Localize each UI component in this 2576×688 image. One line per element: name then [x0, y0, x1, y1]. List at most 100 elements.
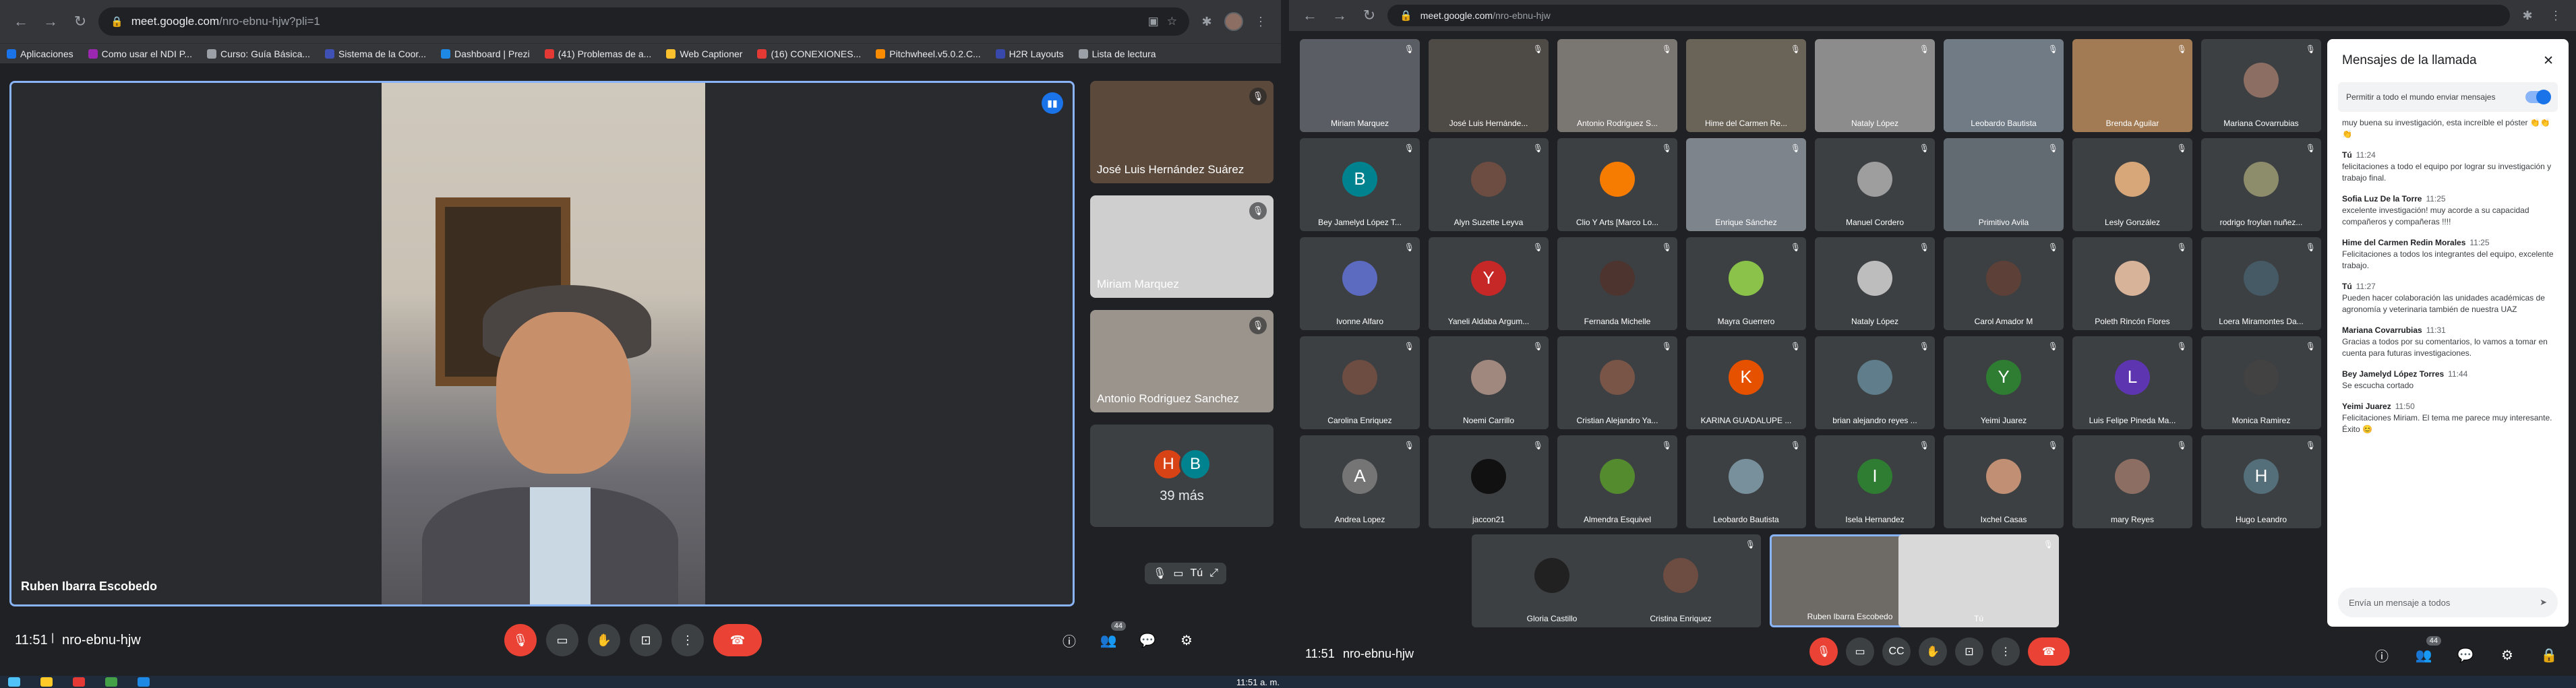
- participant-tile[interactable]: 🎙 Antonio Rodriguez S...: [1557, 39, 1677, 132]
- participant-tile[interactable]: 🎙 I Isela Hernandez: [1815, 435, 1935, 528]
- bookmark-item[interactable]: Dashboard | Prezi: [440, 49, 530, 59]
- present-button[interactable]: ⊡: [1955, 637, 1983, 666]
- bookmark-item[interactable]: Pitchwheel.v5.0.2.C...: [876, 49, 981, 59]
- people-icon[interactable]: 👥 44: [1095, 621, 1126, 654]
- mic-toggle-button[interactable]: 🎙: [504, 624, 537, 656]
- back-icon[interactable]: ←: [9, 10, 32, 33]
- close-icon[interactable]: ✕: [2543, 53, 2554, 69]
- more-options-button[interactable]: ⋮: [671, 624, 704, 656]
- side-tile-2[interactable]: 🎙 Miriam Marquez: [1090, 195, 1274, 298]
- back-icon[interactable]: ←: [1298, 4, 1321, 27]
- captions-button[interactable]: CC: [1882, 637, 1911, 666]
- participant-tile[interactable]: 🎙 Y Yeimi Juarez: [1944, 336, 2064, 429]
- participant-tile[interactable]: 🎙 Nataly López: [1815, 39, 1935, 132]
- camera-icon[interactable]: ▭: [1173, 567, 1183, 580]
- bookmark-item[interactable]: Web Captioner: [666, 49, 742, 59]
- camera-toggle-button[interactable]: ▭: [1846, 637, 1874, 666]
- bookmark-item[interactable]: H2R Layouts: [995, 49, 1064, 59]
- reload-icon[interactable]: ↻: [69, 10, 92, 33]
- reload-icon[interactable]: ↻: [1358, 4, 1381, 27]
- participant-tile[interactable]: 🎙 Mariana Covarrubias: [2201, 39, 2321, 132]
- bookmark-item[interactable]: Aplicaciones: [7, 49, 73, 59]
- mic-off-icon[interactable]: 🎙: [1153, 567, 1166, 580]
- bookmark-item[interactable]: Sistema de la Coor...: [325, 49, 426, 59]
- raise-hand-button[interactable]: ✋: [1919, 637, 1947, 666]
- main-speaker-video[interactable]: ▮▮ Ruben Ibarra Escobedo: [9, 81, 1075, 606]
- camera-toggle-button[interactable]: ▭: [546, 624, 578, 656]
- bookmark-item[interactable]: Lista de lectura: [1078, 49, 1156, 59]
- participant-tile[interactable]: 🎙 rodrigo froylan nuñez...: [2201, 138, 2321, 231]
- participant-tile[interactable]: 🎙 Almendra Esquivel: [1557, 435, 1677, 528]
- participant-tile[interactable]: 🎙 Alyn Suzette Leyva: [1429, 138, 1549, 231]
- participant-tile[interactable]: 🎙 Leobardo Bautista: [1944, 39, 2064, 132]
- address-bar[interactable]: 🔒 meet.google.com/nro-ebnu-hjw: [1387, 5, 2510, 26]
- participant-tile[interactable]: 🎙 Brenda Aguilar: [2072, 39, 2192, 132]
- profile-avatar[interactable]: [1224, 12, 1243, 31]
- participant-tile[interactable]: 🎙 Cristina Enriquez: [1600, 534, 1761, 627]
- participant-tile[interactable]: 🎙 José Luis Hernánde...: [1429, 39, 1549, 132]
- app-icon[interactable]: [73, 677, 85, 687]
- participant-tile[interactable]: 🎙 Miriam Marquez: [1300, 39, 1420, 132]
- participant-tile[interactable]: 🎙 Primitivo Avila: [1944, 138, 2064, 231]
- bookmark-item[interactable]: Curso: Guía Básica...: [206, 49, 310, 59]
- menu-icon[interactable]: ⋮: [2545, 5, 2567, 26]
- participant-tile[interactable]: 🎙 Leobardo Bautista: [1686, 435, 1806, 528]
- participant-tile[interactable]: 🎙 Manuel Cordero: [1815, 138, 1935, 231]
- participant-tile[interactable]: 🎙 Loera Miramontes Da...: [2201, 237, 2321, 330]
- explorer-icon[interactable]: [40, 677, 53, 687]
- app-icon[interactable]: [105, 677, 117, 687]
- participant-tile[interactable]: 🎙 Poleth Rincón Flores: [2072, 237, 2192, 330]
- participant-tile[interactable]: 🎙 H Hugo Leandro: [2201, 435, 2321, 528]
- participant-tile[interactable]: 🎙 Fernanda Michelle: [1557, 237, 1677, 330]
- expand-icon[interactable]: ⤢: [1209, 567, 1218, 580]
- participant-tile[interactable]: 🎙 A Andrea Lopez: [1300, 435, 1420, 528]
- mic-toggle-button[interactable]: 🎙: [1809, 637, 1838, 666]
- participant-tile[interactable]: 🎙 Clio Y Arts [Marco Lo...: [1557, 138, 1677, 231]
- camera-icon[interactable]: ▣: [1148, 15, 1159, 28]
- extensions-icon[interactable]: ✱: [1196, 11, 1218, 32]
- participant-tile[interactable]: 🎙 K KARINA GUADALUPE ...: [1686, 336, 1806, 429]
- bookmark-item[interactable]: (16) CONEXIONES...: [757, 49, 861, 59]
- bookmark-item[interactable]: (41) Problemas de a...: [544, 49, 651, 59]
- info-icon[interactable]: ⓘ: [2368, 642, 2395, 668]
- address-bar[interactable]: 🔒 meet.google.com/nro-ebnu-hjw?pli=1 ▣ ☆: [98, 7, 1189, 36]
- lock-icon[interactable]: 🔒: [2536, 642, 2563, 668]
- participant-tile[interactable]: 🎙 Cristian Alejandro Ya...: [1557, 336, 1677, 429]
- bookmark-item[interactable]: Como usar el NDI P...: [88, 49, 192, 59]
- leave-call-button[interactable]: ☎: [713, 624, 762, 656]
- participant-tile[interactable]: 🎙 B Bey Jamelyd López T...: [1300, 138, 1420, 231]
- more-options-button[interactable]: ⋮: [1991, 637, 2020, 666]
- participant-tile[interactable]: 🎙 Ixchel Casas: [1944, 435, 2064, 528]
- windows-icon[interactable]: [8, 677, 20, 687]
- app-icon[interactable]: [138, 677, 150, 687]
- more-participants-tile[interactable]: H B 39 más: [1090, 425, 1274, 527]
- side-tile-3[interactable]: 🎙 Antonio Rodriguez Sanchez: [1090, 310, 1274, 412]
- participant-tile[interactable]: 🎙 Noemi Carrillo: [1429, 336, 1549, 429]
- allow-messages-toggle[interactable]: [2525, 90, 2551, 104]
- activities-icon[interactable]: ⚙: [1173, 627, 1200, 654]
- people-icon[interactable]: 👥 44: [2410, 636, 2441, 668]
- side-tile-1[interactable]: 🎙 José Luis Hernández Suárez: [1090, 81, 1274, 183]
- forward-icon[interactable]: →: [1328, 4, 1351, 27]
- participant-tile[interactable]: 🎙 Y Yaneli Aldaba Argum...: [1429, 237, 1549, 330]
- chat-input[interactable]: Envía un mensaje a todos ➤: [2338, 588, 2558, 617]
- participant-tile[interactable]: 🎙 jaccon21: [1429, 435, 1549, 528]
- menu-icon[interactable]: ⋮: [1250, 11, 1271, 32]
- participant-tile[interactable]: 🎙 Tú: [1898, 534, 2059, 627]
- participant-tile[interactable]: 🎙 Lesly González: [2072, 138, 2192, 231]
- participant-tile[interactable]: 🎙 Carol Amador M: [1944, 237, 2064, 330]
- participant-tile[interactable]: 🎙 mary Reyes: [2072, 435, 2192, 528]
- chat-icon[interactable]: 💬: [2452, 642, 2479, 668]
- participant-tile[interactable]: 🎙 Carolina Enriquez: [1300, 336, 1420, 429]
- participant-tile[interactable]: 🎙 L Luis Felipe Pineda Ma...: [2072, 336, 2192, 429]
- activities-icon[interactable]: ⚙: [2494, 642, 2521, 668]
- present-button[interactable]: ⊡: [630, 624, 662, 656]
- participant-tile[interactable]: 🎙 Hime del Carmen Re...: [1686, 39, 1806, 132]
- send-icon[interactable]: ➤: [2540, 597, 2547, 608]
- raise-hand-button[interactable]: ✋: [588, 624, 620, 656]
- leave-call-button[interactable]: ☎: [2028, 637, 2070, 666]
- participant-tile[interactable]: 🎙 brian alejandro reyes ...: [1815, 336, 1935, 429]
- participant-tile[interactable]: 🎙 Mayra Guerrero: [1686, 237, 1806, 330]
- chat-icon[interactable]: 💬: [1134, 627, 1161, 654]
- info-icon[interactable]: ⓘ: [1056, 627, 1083, 654]
